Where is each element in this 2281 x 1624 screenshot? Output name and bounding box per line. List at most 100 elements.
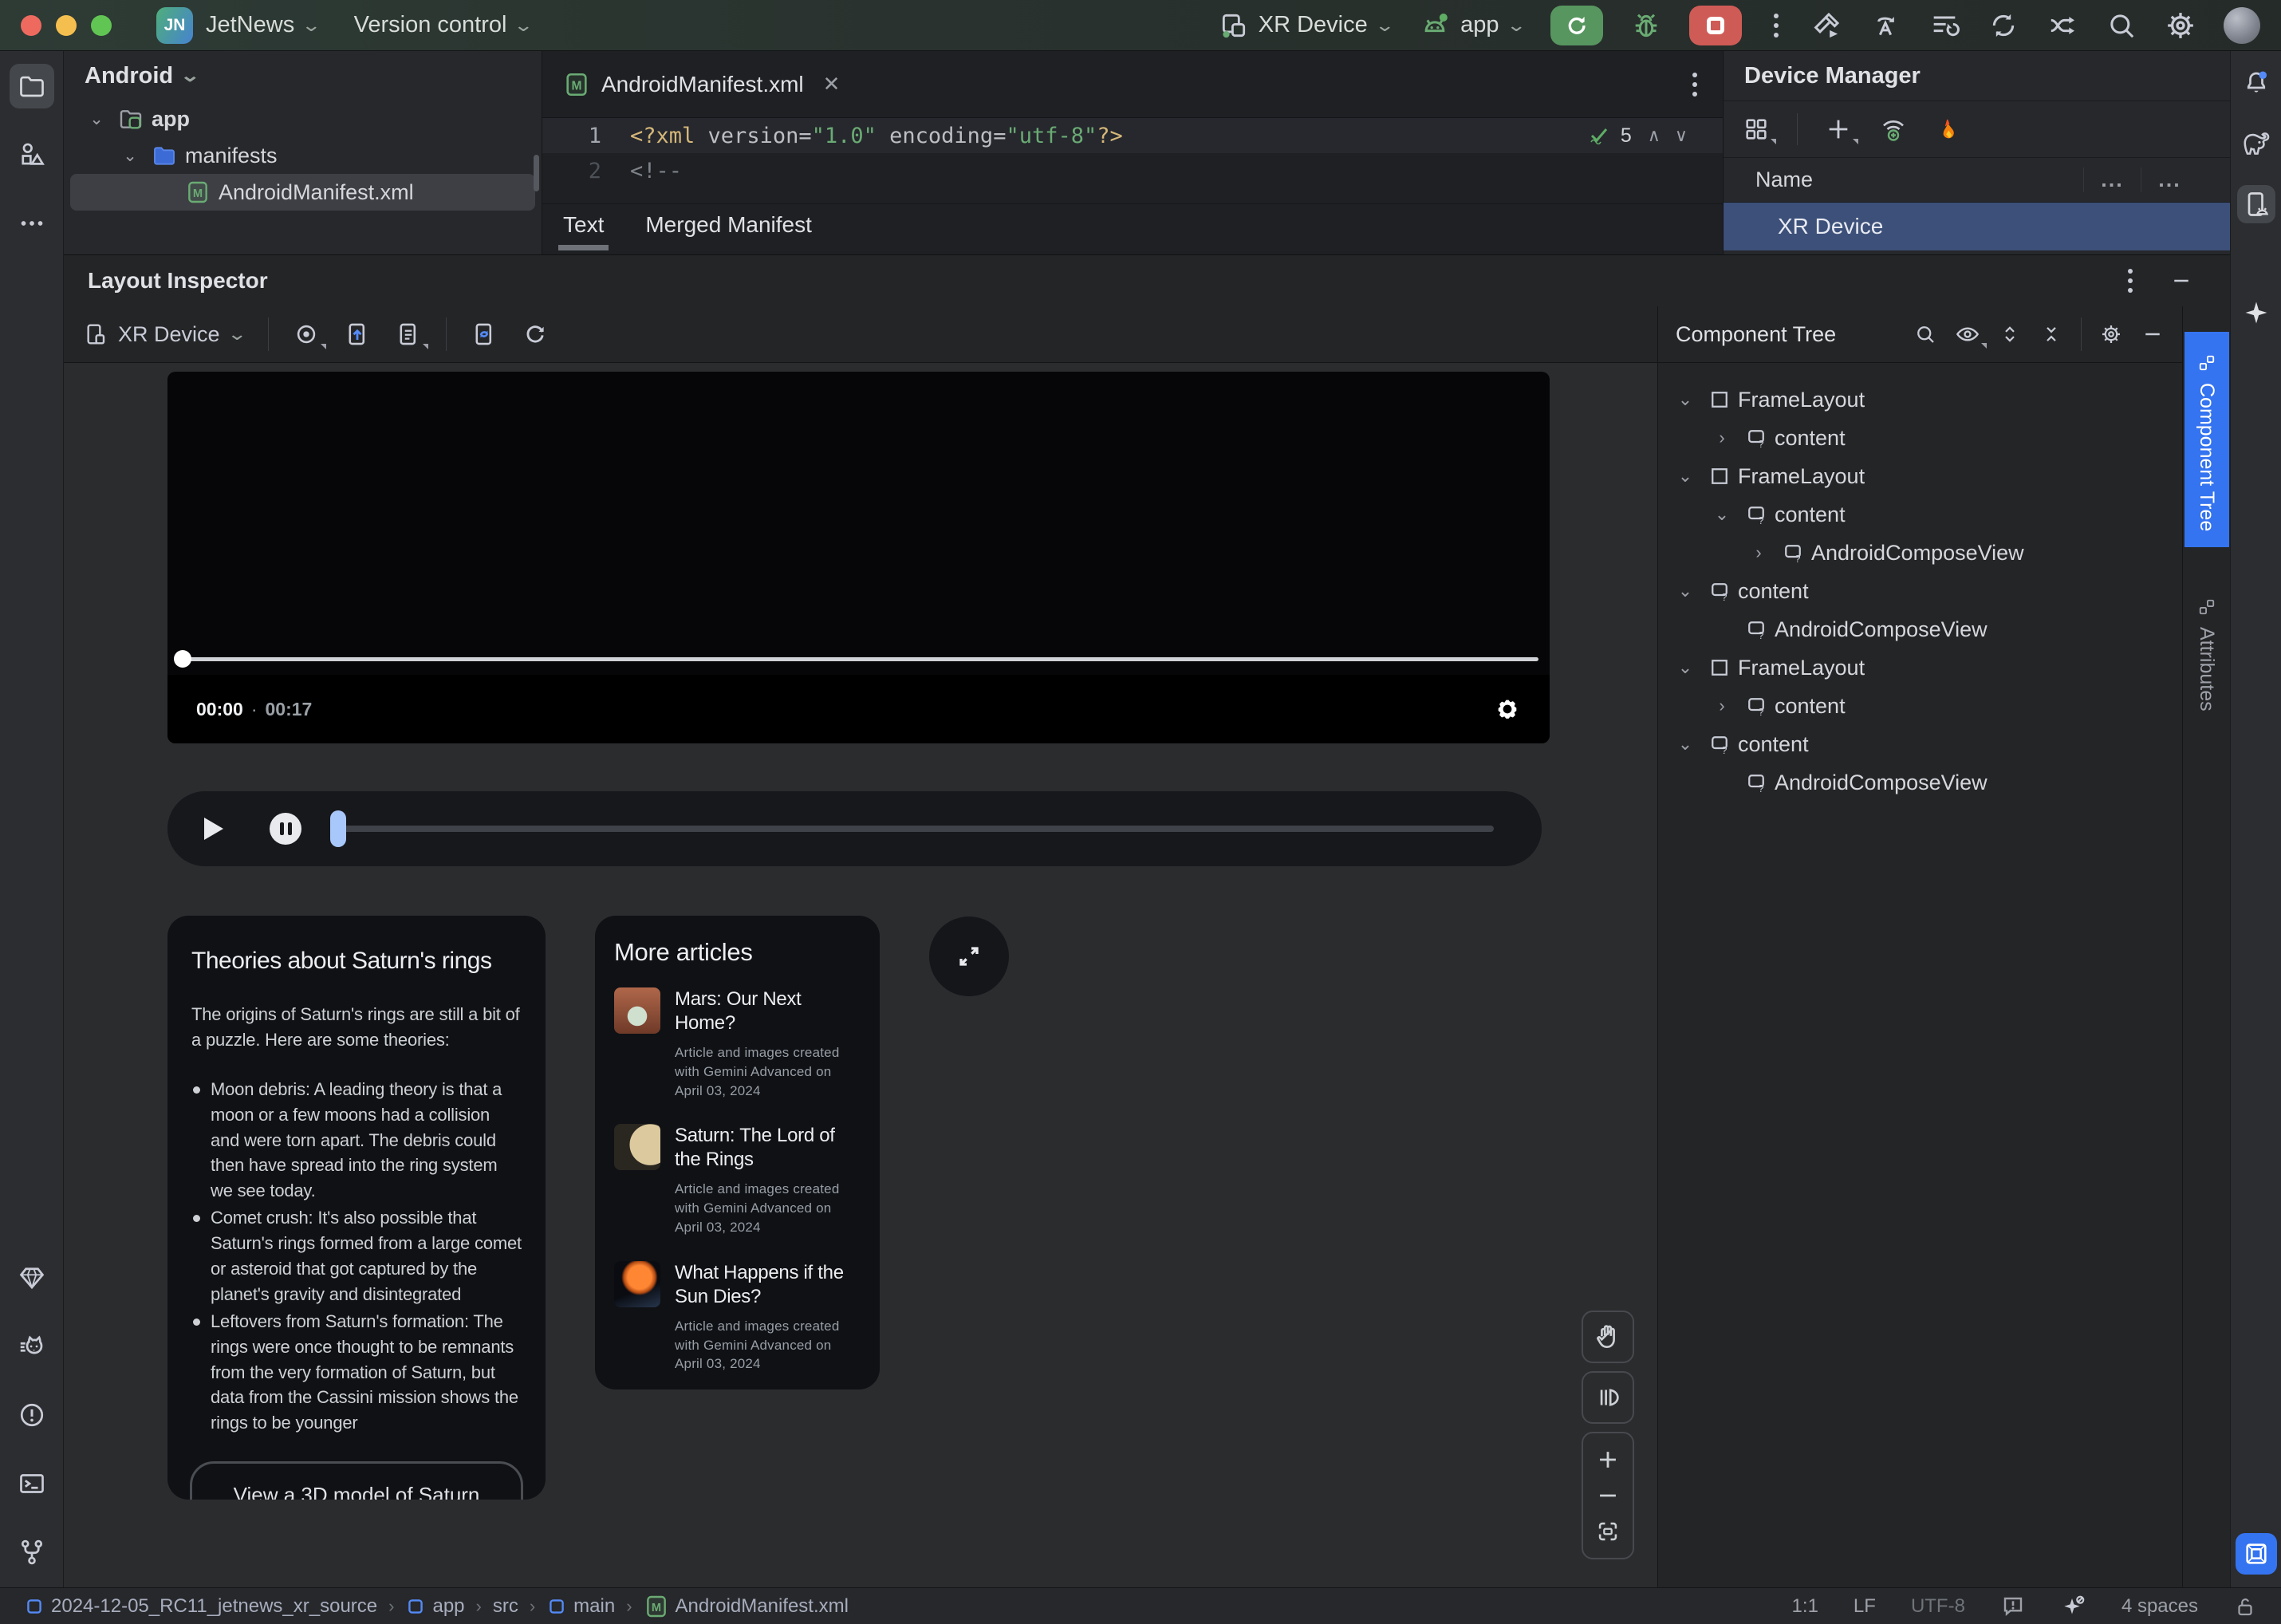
ai-actions-icon[interactable] xyxy=(1869,10,1901,41)
device-manager-tool-button[interactable] xyxy=(2236,185,2275,223)
cursor-position[interactable]: 1:1 xyxy=(1792,1595,1818,1618)
breadcrumb-item[interactable]: src xyxy=(493,1595,518,1618)
line-ending[interactable]: LF xyxy=(1854,1595,1876,1618)
component-tree-node-content[interactable]: ⌄? content xyxy=(1658,572,2182,610)
component-tree-node-content[interactable]: ›? content xyxy=(1658,687,2182,725)
project-tool-button[interactable] xyxy=(9,64,54,108)
tree-chevron-icon[interactable]: ⌄ xyxy=(1669,581,1701,601)
component-tree-node-androidcomposeview[interactable]: ›? AndroidComposeView xyxy=(1658,534,2182,572)
snapshot-list-button[interactable] xyxy=(395,321,428,349)
project-tree-item-app[interactable]: ⌄ app xyxy=(70,101,535,137)
ai-assistant-button[interactable] xyxy=(2237,294,2275,332)
reload-button[interactable] xyxy=(522,321,549,348)
upload-snapshot-button[interactable] xyxy=(344,321,371,348)
run-config-selector[interactable]: app ⌄ xyxy=(1419,10,1527,41)
search-icon[interactable] xyxy=(1913,322,1937,346)
component-tree-node-androidcomposeview[interactable]: ? AndroidComposeView xyxy=(1658,763,2182,802)
tree-chevron-icon[interactable]: › xyxy=(1743,542,1775,563)
seek-slider[interactable] xyxy=(330,810,1494,847)
breadcrumb-item[interactable]: 2024-12-05_RC11_jetnews_xr_source xyxy=(24,1595,377,1618)
zoom-out-button[interactable] xyxy=(1594,1482,1621,1509)
rerun-button[interactable] xyxy=(1550,5,1603,45)
gradle-tool-button[interactable] xyxy=(2237,124,2275,163)
tab-component-tree[interactable]: Component Tree xyxy=(2184,332,2229,548)
logcat-tool-button[interactable] xyxy=(10,1324,54,1369)
device-streaming-icon[interactable] xyxy=(2047,10,2078,41)
indent-setting[interactable]: 4 spaces xyxy=(2121,1595,2198,1618)
project-tree-item-androidmanifest-xml[interactable]: M AndroidManifest.xml xyxy=(70,174,535,211)
close-tab-icon[interactable]: ✕ xyxy=(823,72,841,97)
editor-tab-androidmanifest[interactable]: M AndroidManifest.xml ✕ xyxy=(563,71,840,98)
article-list-item[interactable]: What Happens if the Sun Dies? Article and… xyxy=(614,1260,861,1374)
search-icon[interactable] xyxy=(2106,10,2137,41)
collapse-all-button[interactable] xyxy=(2039,322,2063,346)
terminal-tool-button[interactable] xyxy=(10,1461,54,1506)
highlighting-level-icon[interactable] xyxy=(2000,1594,2026,1619)
layout-inspector-options-button[interactable] xyxy=(2123,269,2137,293)
minimize-window-button[interactable] xyxy=(56,14,77,36)
component-tree-node-framelayout[interactable]: ⌄ FrameLayout xyxy=(1658,648,2182,687)
build-icon[interactable] xyxy=(1810,10,1842,41)
zoom-in-button[interactable] xyxy=(1594,1446,1621,1473)
breadcrumb-item[interactable]: main xyxy=(546,1595,615,1618)
project-tree-item-manifests[interactable]: ⌄ manifests xyxy=(70,137,535,174)
problems-tool-button[interactable] xyxy=(10,1393,54,1437)
settings-icon[interactable] xyxy=(2099,322,2123,346)
expand-all-button[interactable] xyxy=(1998,322,2022,346)
article-list-item[interactable]: Mars: Our Next Home? Article and images c… xyxy=(614,987,861,1100)
resource-manager-tool-button[interactable] xyxy=(10,132,54,177)
stop-button[interactable] xyxy=(1689,5,1742,45)
file-encoding[interactable]: UTF-8 xyxy=(1911,1595,1965,1618)
ai-disabled-icon[interactable] xyxy=(2061,1594,2086,1619)
version-control-tool-button[interactable] xyxy=(10,1530,54,1575)
view-mode-button[interactable] xyxy=(1743,116,1776,144)
unlocked-icon[interactable] xyxy=(2233,1594,2257,1618)
pan-mode-button[interactable] xyxy=(1582,1311,1634,1363)
debug-button[interactable] xyxy=(1630,10,1662,41)
prev-next-problem-buttons[interactable]: ∧∨ xyxy=(1648,125,1702,146)
tab-attributes[interactable]: Attributes xyxy=(2184,576,2229,727)
more-tool-windows-button[interactable] xyxy=(10,201,54,246)
hide-panel-button[interactable] xyxy=(2169,269,2193,293)
component-tree-node-framelayout[interactable]: ⌄ FrameLayout xyxy=(1658,457,2182,495)
process-selector[interactable]: XR Device ⌄ xyxy=(83,321,247,347)
user-avatar[interactable] xyxy=(2224,6,2260,44)
tab-merged-manifest[interactable]: Merged Manifest xyxy=(645,212,812,247)
tree-chevron-icon[interactable]: › xyxy=(1706,428,1738,448)
project-view-selector[interactable]: Android xyxy=(85,63,173,89)
device-selector[interactable]: XR Device ⌄ xyxy=(1219,10,1395,41)
rotate-3d-mode-button[interactable] xyxy=(1582,1371,1634,1424)
code-line-1[interactable]: 1 <?xml version="1.0" encoding="utf-8"?> xyxy=(542,118,1723,153)
firebase-device-streaming-button[interactable] xyxy=(1935,116,1962,143)
pause-button[interactable] xyxy=(270,813,301,845)
tree-chevron-icon[interactable]: › xyxy=(1706,696,1738,716)
layout-inspector-tool-button[interactable] xyxy=(2235,1533,2277,1575)
hide-component-tree-button[interactable] xyxy=(2141,322,2165,346)
version-control-menu[interactable]: Version control ⌄ xyxy=(354,12,534,38)
play-button[interactable] xyxy=(204,818,223,840)
component-tree-node-content[interactable]: ⌄? content xyxy=(1658,725,2182,763)
video-player[interactable]: 00:00 · 00:17 xyxy=(167,372,1550,743)
component-tree-node-androidcomposeview[interactable]: ? AndroidComposeView xyxy=(1658,610,2182,648)
tree-chevron-icon[interactable]: ⌄ xyxy=(1669,734,1701,755)
tree-chevron-icon[interactable]: ⌄ xyxy=(1669,389,1701,410)
close-window-button[interactable] xyxy=(21,14,41,36)
add-device-button[interactable] xyxy=(1825,116,1858,144)
settings-icon[interactable] xyxy=(2165,10,2196,41)
app-quality-insights-tool-button[interactable] xyxy=(10,1255,54,1300)
notifications-button[interactable] xyxy=(2237,64,2275,102)
component-tree-node-content[interactable]: ›? content xyxy=(1658,419,2182,457)
column-more-2[interactable]: ... xyxy=(2141,168,2198,192)
view-3d-model-button[interactable]: View a 3D model of Saturn xyxy=(190,1461,523,1500)
tree-chevron-icon[interactable]: ⌄ xyxy=(83,109,110,129)
code-area[interactable]: 1 <?xml version="1.0" encoding="utf-8"?> 2… xyxy=(542,118,1723,188)
refresh-device-button[interactable] xyxy=(471,321,498,348)
editor-options-button[interactable] xyxy=(1688,72,1702,97)
pair-wifi-device-button[interactable] xyxy=(1879,115,1908,144)
layout-inspector-canvas[interactable]: 00:00 · 00:17 Theories about Saturn's ri… xyxy=(64,362,1657,1587)
project-scrollbar[interactable] xyxy=(534,155,539,191)
video-progress-thumb[interactable] xyxy=(174,650,191,668)
video-progress-bar[interactable] xyxy=(179,657,1538,661)
tab-text[interactable]: Text xyxy=(557,212,609,250)
maximize-window-button[interactable] xyxy=(91,14,112,36)
